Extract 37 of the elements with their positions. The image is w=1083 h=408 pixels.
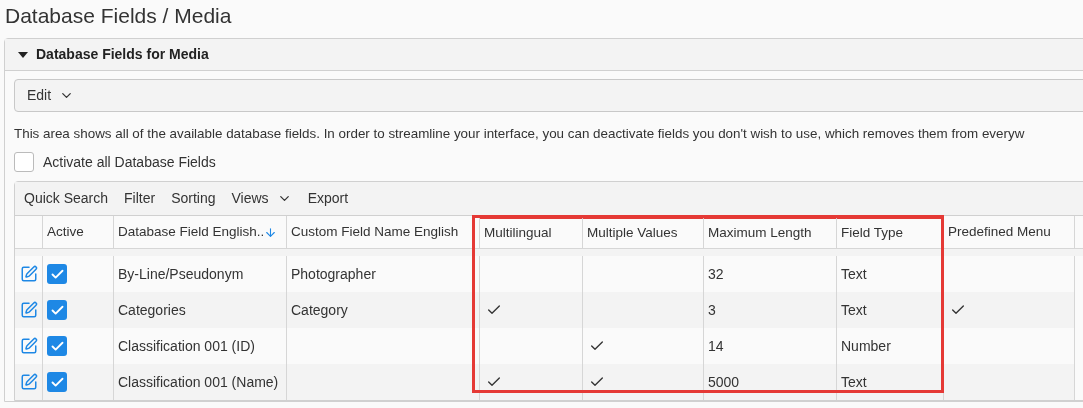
sort-arrow-icon [264,225,278,239]
column-label: Custom Field Name English [291,222,459,241]
toolbar-button[interactable]: Sorting [171,188,216,209]
edit-icon[interactable] [19,265,38,283]
active-checkbox[interactable] [47,300,67,320]
column-label: Predefined Menu [948,222,1051,241]
description: This area shows all of the available database fields. In order to streamline your interface, you can deactivate fields you don't wish to use, which removes them from everyw [14,125,1025,143]
column-label: Multiple Values [587,224,678,243]
column-label: Field Type [841,224,904,243]
column-label: Multilingual [484,224,552,243]
activate-all-checkbox[interactable] [14,152,34,172]
edit-icon[interactable] [19,337,38,355]
toolbar-button[interactable]: Quick Search [24,188,109,209]
column-label: Maximum Length [708,224,812,243]
active-checkbox[interactable] [47,372,67,392]
toolbar-button[interactable]: Export [307,188,349,209]
active-checkbox[interactable] [47,336,67,356]
column-header[interactable]: Database Field English.. [114,216,287,248]
panel-header[interactable]: Database Fields for Media [5,39,1083,71]
column-label: Active [47,222,84,241]
checkbox-label: Activate all Database Fields [43,152,216,172]
table-cell: 5000 [704,364,837,400]
table-cell: Classification 001 (Name) [114,364,287,400]
page-title: Database Fields / Media [4,3,232,29]
column-header[interactable]: Predefined Menu [944,216,1075,248]
column-label: Database Field English.. [118,222,265,241]
column-header[interactable]: Active [43,216,114,248]
edit-icon[interactable] [19,373,38,391]
active-checkbox[interactable] [47,264,67,284]
toolbar-button[interactable]: Filter [124,188,156,209]
collapse-icon[interactable] [18,51,28,58]
column-header[interactable]: Custom Field Name English [287,216,480,248]
toolbar-button[interactable]: Views [231,188,292,209]
edit-icon[interactable] [19,301,38,319]
table-cell: Text [837,364,944,400]
panel-title: Database Fields for Media [36,45,209,64]
edit-menu[interactable]: Edit [27,85,75,106]
